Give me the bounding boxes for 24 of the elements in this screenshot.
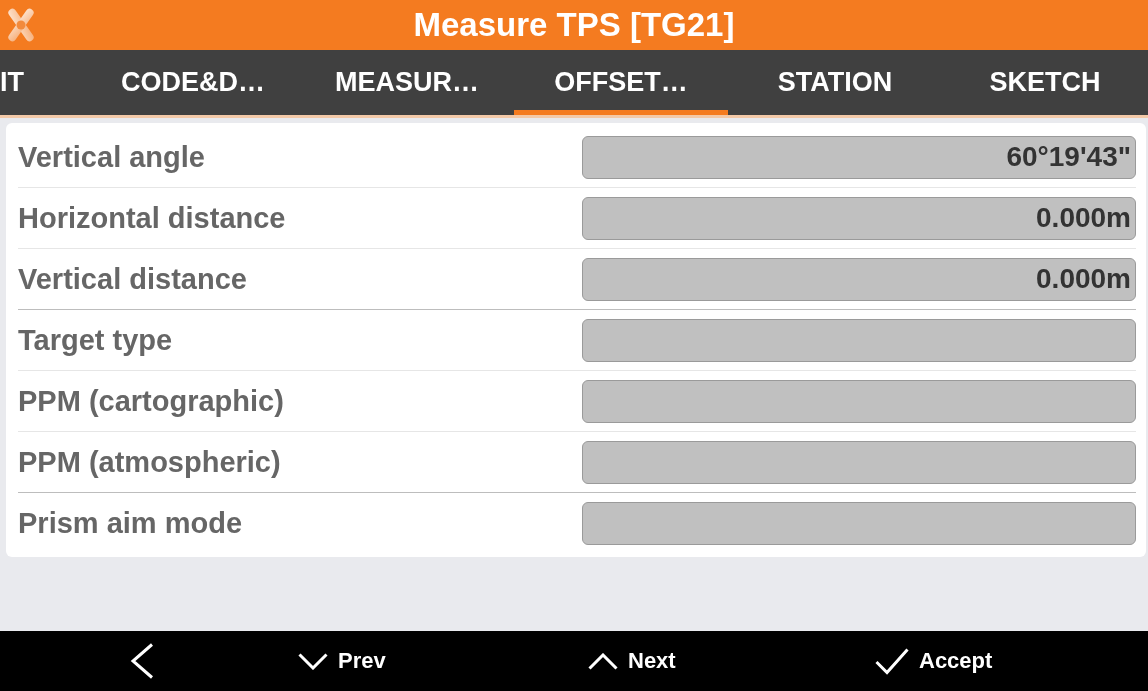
nav-button[interactable]: Accept xyxy=(873,643,995,679)
readout-field: 60°19'43" xyxy=(582,135,1136,179)
checkmark-icon xyxy=(875,647,909,675)
tab[interactable]: SKETCH xyxy=(942,50,1148,115)
nav-button[interactable]: Prev xyxy=(296,644,388,678)
readout-field: 0.000m xyxy=(582,257,1136,301)
tab[interactable]: MEASUR… xyxy=(300,50,514,115)
field-label: Prism aim mode xyxy=(18,506,244,540)
field-label: PPM (cartographic) xyxy=(18,384,285,418)
field-label: Horizontal distance xyxy=(18,201,287,235)
chevron-down-icon xyxy=(298,652,328,670)
tab[interactable]: STATION xyxy=(728,50,942,115)
chevron-left-icon xyxy=(130,643,154,679)
field-label: Target type xyxy=(18,323,174,357)
nav-button[interactable]: Next xyxy=(586,644,678,678)
tab[interactable]: CODE&D… xyxy=(86,50,300,115)
readout-field: 0.000m xyxy=(582,196,1136,240)
window-title: Measure TPS [TG21] xyxy=(413,6,735,44)
tab[interactable]: OFFSET… xyxy=(514,50,728,115)
field-label: Vertical angle xyxy=(18,140,206,174)
tab[interactable]: IT xyxy=(0,50,86,115)
field-label: PPM (atmospheric) xyxy=(18,445,282,479)
field-label: Vertical distance xyxy=(18,262,248,296)
chevron-up-icon xyxy=(588,652,618,670)
